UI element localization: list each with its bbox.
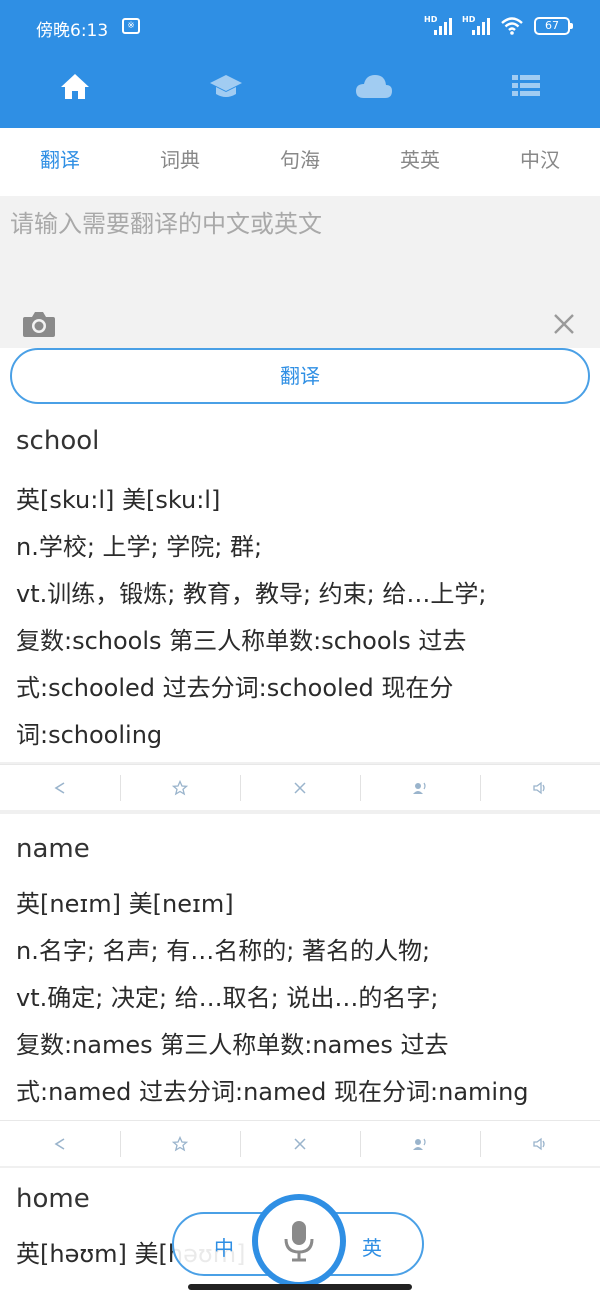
result-card: name 英[neɪm] 美[neɪm] n.名字; 名声; 有…名称的; 著名… (0, 814, 600, 1120)
result-line: n.名字; 名声; 有…名称的; 著名的人物; (16, 937, 431, 965)
top-nav (0, 64, 600, 108)
translate-input[interactable]: 请输入需要翻译的中文或英文 (0, 196, 600, 348)
result-card: school 英[sku:l] 美[sku:l] n.学校; 上学; 学院; 群… (0, 406, 600, 762)
result-phonetic: 英[sku:l] 美[sku:l] (16, 486, 221, 514)
result-word: school (16, 426, 100, 456)
tab-translate[interactable]: 翻译 (0, 128, 120, 192)
result-line: 词:schooling (16, 721, 163, 749)
tab-english-english[interactable]: 英英 (360, 128, 480, 192)
result-line: 式:schooled 过去分词:schooled 现在分 (16, 674, 454, 702)
graduation-cap-icon[interactable] (204, 64, 248, 108)
tab-chinese-chinese[interactable]: 中汉 (480, 128, 600, 192)
tab-dictionary[interactable]: 词典 (120, 128, 240, 192)
clear-icon[interactable] (552, 312, 576, 336)
result-line: 式:named 过去分词:named 现在分词:naming (16, 1078, 529, 1106)
star-icon[interactable] (120, 765, 240, 810)
voice-chinese-option[interactable]: 中 (214, 1232, 234, 1261)
volume-icon[interactable] (480, 1121, 600, 1166)
close-icon[interactable] (240, 1121, 360, 1166)
share-icon[interactable] (0, 765, 120, 810)
microphone-button[interactable] (252, 1194, 346, 1288)
speaker-person-icon[interactable] (360, 765, 480, 810)
result-actions (0, 1120, 600, 1166)
battery-icon: 67 (534, 17, 573, 35)
star-icon[interactable] (120, 1121, 240, 1166)
results-list: school 英[sku:l] 美[sku:l] n.学校; 上学; 学院; 群… (0, 406, 600, 1301)
signal-icon: HD (424, 15, 452, 37)
status-right: HD HD 67 (424, 14, 573, 38)
mode-tabs: 翻译 词典 句海 英英 中汉 (0, 128, 600, 192)
result-line: 复数:names 第三人称单数:names 过去 (16, 1031, 449, 1059)
list-icon[interactable] (504, 64, 548, 108)
volume-icon[interactable] (480, 765, 600, 810)
voice-english-option[interactable]: 英 (362, 1232, 382, 1261)
result-line: n.学校; 上学; 学院; 群; (16, 533, 263, 561)
result-actions (0, 764, 600, 810)
result-phonetic: 英[neɪm] 美[neɪm] (16, 890, 234, 918)
camera-icon[interactable] (22, 310, 56, 338)
close-icon[interactable] (240, 765, 360, 810)
app-header: 傍晚6:13 ※ HD HD 67 (0, 0, 600, 128)
result-line: 复数:schools 第三人称单数:schools 过去 (16, 627, 467, 655)
tab-sentences[interactable]: 句海 (240, 128, 360, 192)
notification-icon: ※ (122, 18, 140, 34)
cloud-icon[interactable] (352, 64, 396, 108)
result-word: home (16, 1184, 90, 1214)
speaker-person-icon[interactable] (360, 1121, 480, 1166)
result-word: name (16, 834, 90, 864)
share-icon[interactable] (0, 1121, 120, 1166)
home-icon[interactable] (53, 64, 97, 108)
input-placeholder: 请输入需要翻译的中文或英文 (10, 210, 322, 238)
home-indicator (188, 1284, 412, 1290)
wifi-icon (501, 17, 523, 35)
status-bar: 傍晚6:13 ※ HD HD 67 (0, 0, 600, 56)
result-line: vt.确定; 决定; 给…取名; 说出…的名字; (16, 984, 439, 1012)
hd-label: HD (462, 15, 476, 24)
signal-icon: HD (462, 15, 490, 37)
microphone-icon (284, 1221, 314, 1262)
translate-button[interactable]: 翻译 (10, 348, 590, 404)
status-time: 傍晚6:13 (36, 21, 109, 41)
result-line: vt.训练，锻炼; 教育，教导; 约束; 给…上学; (16, 580, 487, 608)
hd-label: HD (424, 15, 438, 24)
